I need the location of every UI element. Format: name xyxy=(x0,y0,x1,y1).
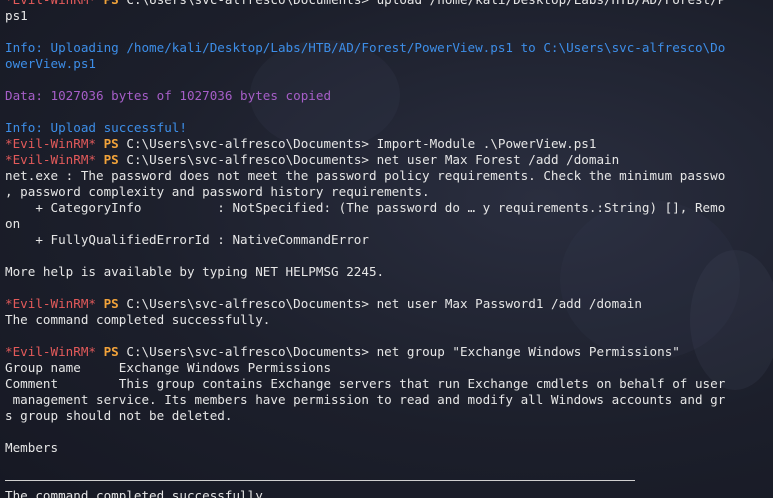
prompt-path: C:\Users\svc-alfresco\Documents> xyxy=(126,0,369,7)
out-line: + CategoryInfo : NotSpecified: (The pass… xyxy=(5,200,726,215)
info-line: owerView.ps1 xyxy=(5,56,96,71)
out-line: management service. Its members have per… xyxy=(5,392,726,407)
command-text: net user Max Password1 /add /domain xyxy=(376,296,642,311)
prompt-line: *Evil-WinRM* PS C:\Users\svc-alfresco\Do… xyxy=(5,136,770,152)
prompt-path: C:\Users\svc-alfresco\Documents> xyxy=(126,136,369,151)
evil-winrm-label: *Evil-WinRM* xyxy=(5,136,96,151)
out-line: ps1 xyxy=(5,8,28,23)
prompt-line: *Evil-WinRM* PS C:\Users\svc-alfresco\Do… xyxy=(5,296,770,312)
out-line: Group name Exchange Windows Permissions xyxy=(5,360,332,375)
out-line: + FullyQualifiedErrorId : NativeCommandE… xyxy=(5,232,369,247)
command-text: net group "Exchange Windows Permissions" xyxy=(376,344,680,359)
prompt-line: *Evil-WinRM* PS C:\Users\svc-alfresco\Do… xyxy=(5,0,770,8)
command-text: Import-Module .\PowerView.ps1 xyxy=(376,136,597,151)
ps-marker: PS xyxy=(103,152,119,167)
ps-marker: PS xyxy=(103,296,119,311)
evil-winrm-label: *Evil-WinRM* xyxy=(5,296,96,311)
command-text: net user Max Forest /add /domain xyxy=(376,152,620,167)
prompt-line: *Evil-WinRM* PS C:\Users\svc-alfresco\Do… xyxy=(5,152,770,168)
info-line: Info: Upload successful! xyxy=(5,120,187,135)
out-line: Comment This group contains Exchange ser… xyxy=(5,376,726,391)
prompt-line: *Evil-WinRM* PS C:\Users\svc-alfresco\Do… xyxy=(5,344,770,360)
out-line: s group should not be deleted. xyxy=(5,408,233,423)
ps-marker: PS xyxy=(104,0,119,7)
terminal-window[interactable]: *Evil-WinRM* PS C:\Users\svc-alfresco\Do… xyxy=(0,0,773,498)
out-line: , password complexity and password histo… xyxy=(5,184,430,199)
evil-winrm-label: *Evil-WinRM* xyxy=(5,152,96,167)
prompt-path: C:\Users\svc-alfresco\Documents> xyxy=(126,296,369,311)
info-line: Info: Uploading /home/kali/Desktop/Labs/… xyxy=(5,40,726,55)
out-line: The command completed successfully. xyxy=(5,312,271,327)
separator-line xyxy=(5,480,635,481)
ps-marker: PS xyxy=(103,136,119,151)
out-line: The command completed successfully. xyxy=(5,488,271,498)
separator-rule xyxy=(5,472,770,488)
evil-winrm-label: *Evil-WinRM* xyxy=(5,0,96,7)
out-line: Members xyxy=(5,440,59,455)
prompt-path: C:\Users\svc-alfresco\Documents> xyxy=(126,152,369,167)
evil-winrm-label: *Evil-WinRM* xyxy=(5,344,96,359)
command-text: upload /home/kali/Desktop/Labs/HTB/AD/Fo… xyxy=(377,0,726,7)
prompt-path: C:\Users\svc-alfresco\Documents> xyxy=(126,344,369,359)
terminal-output: *Evil-WinRM* PS C:\Users\svc-alfresco\Do… xyxy=(5,0,770,498)
data-line: Data: 1027036 bytes of 1027036 bytes cop… xyxy=(5,88,332,103)
ps-marker: PS xyxy=(103,344,119,359)
out-line: More help is available by typing NET HEL… xyxy=(5,264,385,279)
out-line: net.exe : The password does not meet the… xyxy=(5,168,726,183)
out-line: on xyxy=(5,216,21,231)
